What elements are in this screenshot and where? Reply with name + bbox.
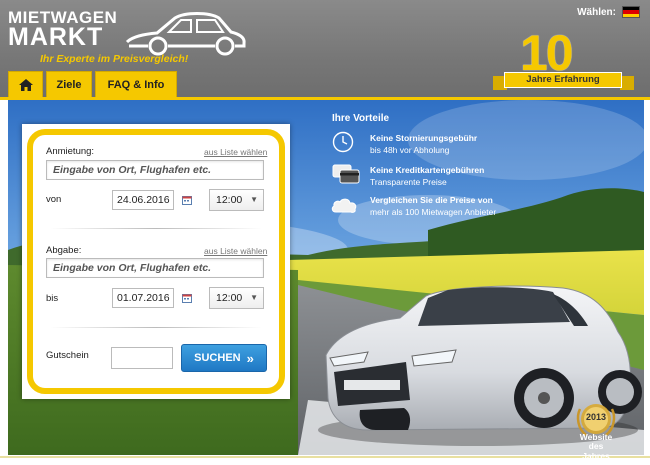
language-selector[interactable]: Wählen: [577, 6, 640, 18]
form-separator [50, 228, 262, 229]
benefit-3-title: Vergleichen Sie die Preise von [370, 195, 493, 205]
chevron-down-icon: ▼ [250, 293, 258, 302]
tab-faq-info[interactable]: FAQ & Info [95, 71, 177, 97]
main-nav: Ziele FAQ & Info [8, 71, 177, 97]
benefit-2-title: Keine Kreditkartengebühren [370, 165, 485, 175]
german-flag-icon[interactable] [622, 6, 640, 18]
pickup-date-field[interactable]: 24.06.2016 [112, 190, 174, 210]
clock-icon [332, 131, 354, 153]
experience-badge: 10 Jahre Erfahrung [490, 25, 642, 92]
website-award-badge: 2013 Website des Jahres [574, 399, 618, 461]
ribbon-right-end [620, 76, 634, 90]
benefit-1-subtitle: bis 48h vor Abholung [370, 145, 450, 155]
pickup-location-input[interactable]: Eingabe von Ort, Flughafen etc. [46, 160, 264, 180]
pickup-time-value: 12:00 [216, 194, 243, 206]
search-button[interactable]: SUCHEN » [181, 344, 267, 372]
benefit-3-subtitle: mehr als 100 Mietwagen Anbieter [370, 207, 497, 217]
to-label: bis [46, 293, 59, 304]
award-line2: des Jahres [582, 441, 610, 461]
page: MIETWAGEN MARKT Ihr Experte im Preisverg… [0, 0, 650, 465]
return-label: Abgabe: [46, 245, 82, 256]
logo-text-markt: MARKT [8, 23, 104, 51]
search-form-card: Anmietung: aus Liste wählen Eingabe von … [22, 124, 290, 399]
chevron-down-icon: ▼ [250, 195, 258, 204]
credit-card-icon [332, 164, 360, 184]
logo-tagline: Ihr Experte im Preisvergleich! [40, 53, 189, 65]
bottom-divider [0, 456, 650, 465]
site-logo[interactable]: MIETWAGEN MARKT Ihr Experte im Preisverg… [8, 8, 248, 68]
pickup-label: Anmietung: [46, 146, 95, 157]
return-location-input[interactable]: Eingabe von Ort, Flughafen etc. [46, 258, 264, 278]
site-header: MIETWAGEN MARKT Ihr Experte im Preisverg… [0, 0, 650, 97]
badge-ribbon: Jahre Erfahrung [504, 72, 622, 88]
search-button-label: SUCHEN [194, 352, 241, 364]
home-icon [18, 78, 33, 91]
voucher-label: Gutschein [46, 350, 89, 361]
return-time-value: 12:00 [216, 292, 243, 304]
voucher-input[interactable] [111, 347, 173, 369]
benefit-2-subtitle: Transparente Preise [370, 177, 447, 187]
badge-ribbon-text: Jahre Erfahrung [526, 74, 600, 85]
calendar-icon[interactable] [182, 293, 192, 303]
calendar-icon[interactable] [182, 195, 192, 205]
return-list-link[interactable]: aus Liste wählen [204, 246, 267, 256]
return-date-field[interactable]: 01.07.2016 [112, 288, 174, 308]
tab-home[interactable] [8, 71, 43, 97]
tab-ziele[interactable]: Ziele [46, 71, 92, 97]
award-year: 2013 [585, 412, 607, 422]
benefits-title: Ihre Vorteile [332, 113, 390, 124]
car-logo-icon [125, 12, 246, 56]
from-label: von [46, 194, 62, 205]
language-label: Wählen: [577, 6, 616, 18]
form-separator [50, 327, 262, 328]
benefit-1-title: Keine Stornierungsgebühr [370, 133, 478, 143]
pickup-list-link[interactable]: aus Liste wählen [204, 147, 267, 157]
pickup-time-select[interactable]: 12:00 ▼ [209, 189, 264, 211]
cloud-compare-icon [331, 198, 357, 213]
return-time-select[interactable]: 12:00 ▼ [209, 287, 264, 309]
double-chevron-right-icon: » [246, 350, 254, 366]
